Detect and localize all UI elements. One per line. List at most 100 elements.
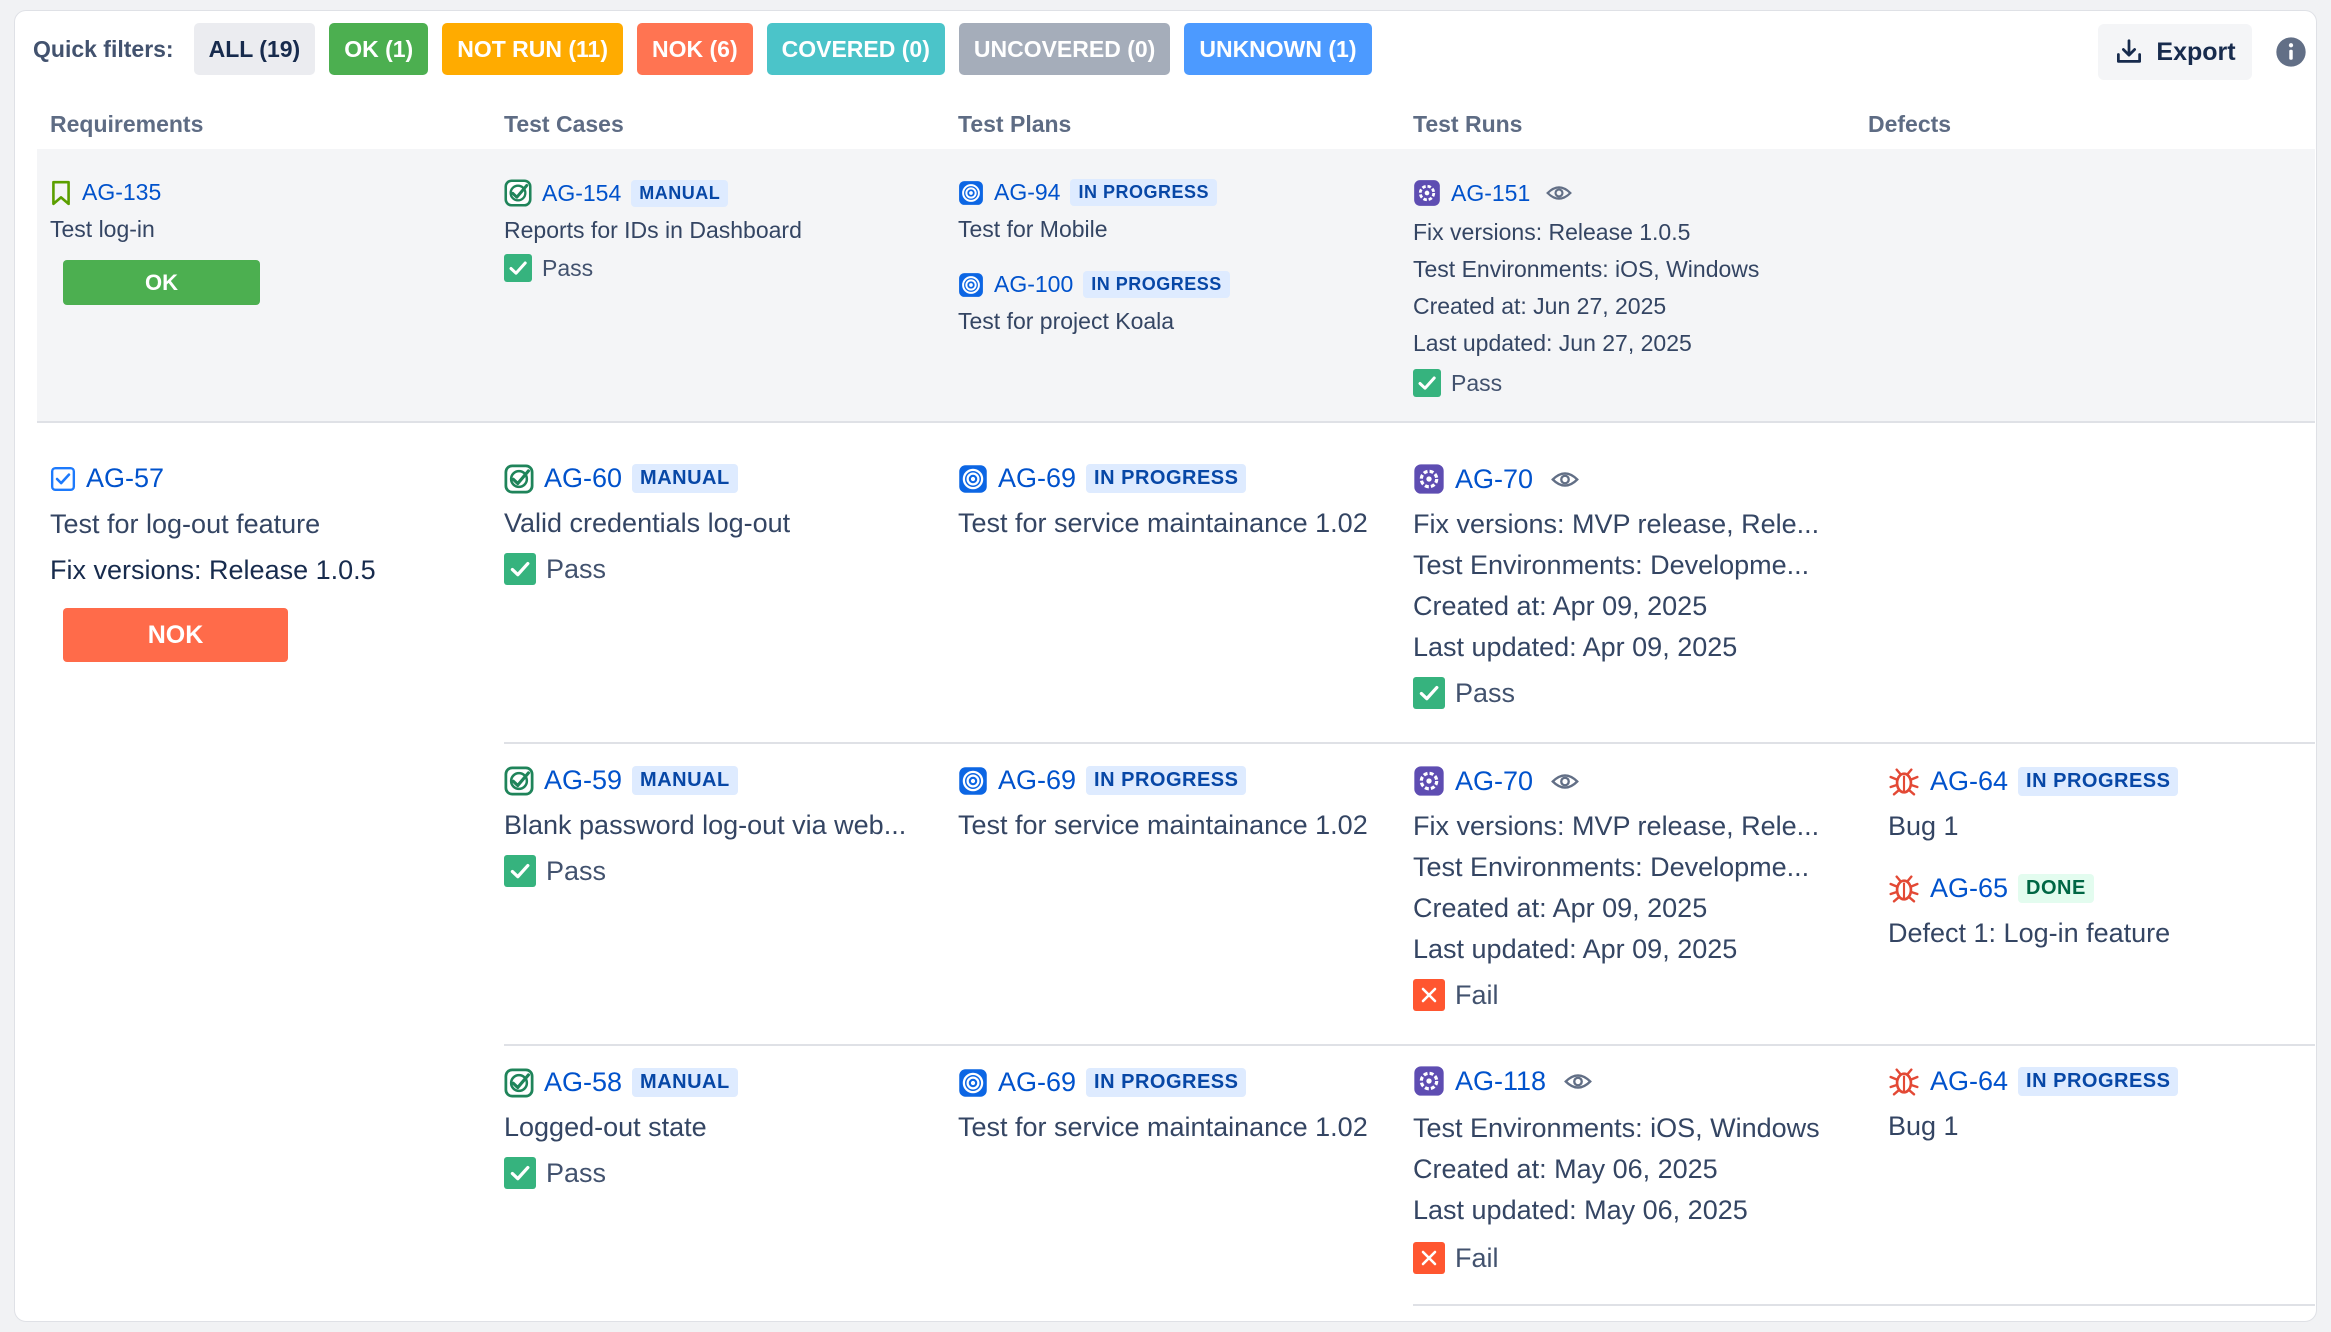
test-plan-cell: AG-69 IN PROGRESS Test for service maint…	[958, 1067, 1368, 1143]
test-plan-key[interactable]: AG-94	[994, 179, 1060, 206]
test-run-fix-versions: Fix versions: Release 1.0.5	[1413, 219, 1691, 245]
test-case-type-lozenge: MANUAL	[632, 1068, 738, 1097]
test-run-result: Fail	[1413, 979, 1819, 1011]
test-run-key[interactable]: AG-70	[1455, 464, 1533, 495]
test-case-key[interactable]: AG-60	[544, 463, 622, 494]
test-plan-key[interactable]: AG-69	[998, 765, 1076, 796]
test-run-cell: AG-70 Fix versions: MVP release, Rele...…	[1413, 765, 1819, 1011]
defect-status-lozenge: DONE	[2018, 873, 2094, 903]
filter-chip-covered[interactable]: COVERED (0)	[766, 23, 945, 75]
test-case-result: Pass	[504, 553, 790, 585]
requirement-cell: AG-57 Test for log-out feature Fix versi…	[50, 463, 376, 586]
column-header-requirements[interactable]: Requirements	[50, 111, 203, 138]
test-case-type-lozenge: MANUAL	[631, 179, 729, 207]
filter-chip-nok[interactable]: NOK (6)	[637, 23, 753, 75]
test-plan-status-lozenge: IN PROGRESS	[1070, 179, 1218, 206]
test-run-updated: Last updated: Apr 09, 2025	[1413, 934, 1738, 964]
row-divider	[37, 421, 2315, 423]
bug-icon	[1888, 1065, 1920, 1097]
row-divider	[504, 1044, 2315, 1046]
test-plan-key[interactable]: AG-69	[998, 1067, 1076, 1098]
defect-title: Bug 1	[1888, 1111, 1959, 1141]
test-case-key[interactable]: AG-59	[544, 765, 622, 796]
fail-x-icon	[1413, 1242, 1445, 1274]
test-case-result-label: Pass	[546, 855, 607, 886]
requirement-fix-versions: Fix versions: Release 1.0.5	[50, 555, 376, 585]
pass-check-icon	[504, 1157, 536, 1189]
test-case-result: Pass	[504, 254, 802, 282]
column-header-test-runs[interactable]: Test Runs	[1413, 111, 1522, 138]
test-plan-key[interactable]: AG-100	[994, 271, 1073, 298]
test-plan-status-lozenge: IN PROGRESS	[1086, 464, 1247, 493]
defect-cell: AG-64 IN PROGRESS Bug 1	[1888, 1065, 2179, 1142]
test-run-environments: Test Environments: Developme...	[1413, 852, 1810, 882]
test-run-icon	[1413, 1065, 1445, 1097]
test-plan-key[interactable]: AG-69	[998, 463, 1076, 494]
export-button[interactable]: Export	[2098, 24, 2252, 80]
row-divider	[504, 742, 2315, 744]
test-case-icon	[504, 1068, 534, 1098]
column-header-test-plans[interactable]: Test Plans	[958, 111, 1071, 138]
defect-title: Bug 1	[1888, 811, 1959, 841]
row-divider	[1413, 1304, 2315, 1306]
test-run-result-label: Fail	[1455, 979, 1499, 1010]
export-label: Export	[2156, 37, 2236, 66]
eye-icon[interactable]	[1551, 470, 1579, 489]
test-case-icon	[504, 179, 532, 207]
test-case-key[interactable]: AG-154	[542, 180, 621, 207]
bug-icon	[1888, 872, 1920, 904]
test-plan-icon	[958, 766, 988, 796]
test-case-icon	[504, 464, 534, 494]
filter-chip-not-run[interactable]: NOT RUN (11)	[442, 23, 623, 75]
test-run-icon	[1413, 463, 1445, 495]
defect-status-lozenge: IN PROGRESS	[2018, 766, 2179, 796]
test-plan-cell: AG-94 IN PROGRESS Test for Mobile AG-100…	[958, 179, 1230, 335]
defect-key[interactable]: AG-64	[1930, 766, 2008, 797]
filter-chip-unknown[interactable]: UNKNOWN (1)	[1184, 23, 1372, 75]
test-run-fix-versions: Fix versions: MVP release, Rele...	[1413, 509, 1820, 539]
test-run-updated: Last updated: May 06, 2025	[1413, 1195, 1748, 1225]
test-plan-icon	[958, 180, 984, 206]
test-case-key[interactable]: AG-58	[544, 1067, 622, 1098]
test-run-key[interactable]: AG-70	[1455, 766, 1533, 797]
test-run-key[interactable]: AG-151	[1451, 180, 1530, 207]
test-plan-title: Test for service maintainance 1.02	[958, 810, 1368, 840]
defect-key[interactable]: AG-65	[1930, 873, 2008, 904]
test-plan-title: Test for Mobile	[958, 216, 1108, 242]
requirement-key[interactable]: AG-135	[82, 179, 161, 206]
test-run-created: Created at: Apr 09, 2025	[1413, 893, 1708, 923]
filter-chip-ok[interactable]: OK (1)	[329, 23, 429, 75]
test-plan-title: Test for service maintainance 1.02	[958, 1112, 1368, 1142]
test-case-cell: AG-154 MANUAL Reports for IDs in Dashboa…	[504, 179, 802, 282]
requirement-status-badge: NOK	[63, 608, 288, 662]
test-run-result: Pass	[1413, 369, 1759, 397]
defect-status-lozenge: IN PROGRESS	[2018, 1066, 2179, 1096]
download-icon	[2117, 39, 2142, 63]
test-plan-status-lozenge: IN PROGRESS	[1086, 1068, 1247, 1097]
test-run-result-label: Pass	[1451, 369, 1503, 396]
filter-chip-uncovered[interactable]: UNCOVERED (0)	[958, 23, 1171, 75]
defect-key[interactable]: AG-64	[1930, 1066, 2008, 1097]
column-header-defects[interactable]: Defects	[1868, 111, 1951, 138]
test-run-icon	[1413, 179, 1441, 207]
requirement-cell: AG-135 Test log-in	[50, 179, 161, 243]
test-case-title: Valid credentials log-out	[504, 508, 791, 538]
column-header-test-cases[interactable]: Test Cases	[504, 111, 624, 138]
test-case-result: Pass	[504, 855, 906, 887]
requirement-key[interactable]: AG-57	[86, 463, 164, 494]
quick-filters-bar: Quick filters: ALL (19) OK (1) NOT RUN (…	[33, 23, 1372, 75]
info-icon[interactable]	[2275, 36, 2307, 68]
test-plan-status-lozenge: IN PROGRESS	[1083, 271, 1230, 298]
eye-icon[interactable]	[1564, 1072, 1592, 1091]
test-run-key[interactable]: AG-118	[1455, 1066, 1546, 1097]
filter-chip-all[interactable]: ALL (19)	[193, 23, 316, 75]
eye-icon[interactable]	[1546, 184, 1572, 202]
test-case-title: Logged-out state	[504, 1112, 707, 1142]
eye-icon[interactable]	[1551, 772, 1579, 791]
test-case-type-lozenge: MANUAL	[632, 464, 738, 493]
test-run-environments: Test Environments: iOS, Windows	[1413, 1113, 1820, 1143]
pass-check-icon	[504, 553, 536, 585]
pass-check-icon	[1413, 369, 1441, 397]
test-run-created: Created at: Apr 09, 2025	[1413, 591, 1708, 621]
test-plan-title: Test for service maintainance 1.02	[958, 508, 1368, 538]
